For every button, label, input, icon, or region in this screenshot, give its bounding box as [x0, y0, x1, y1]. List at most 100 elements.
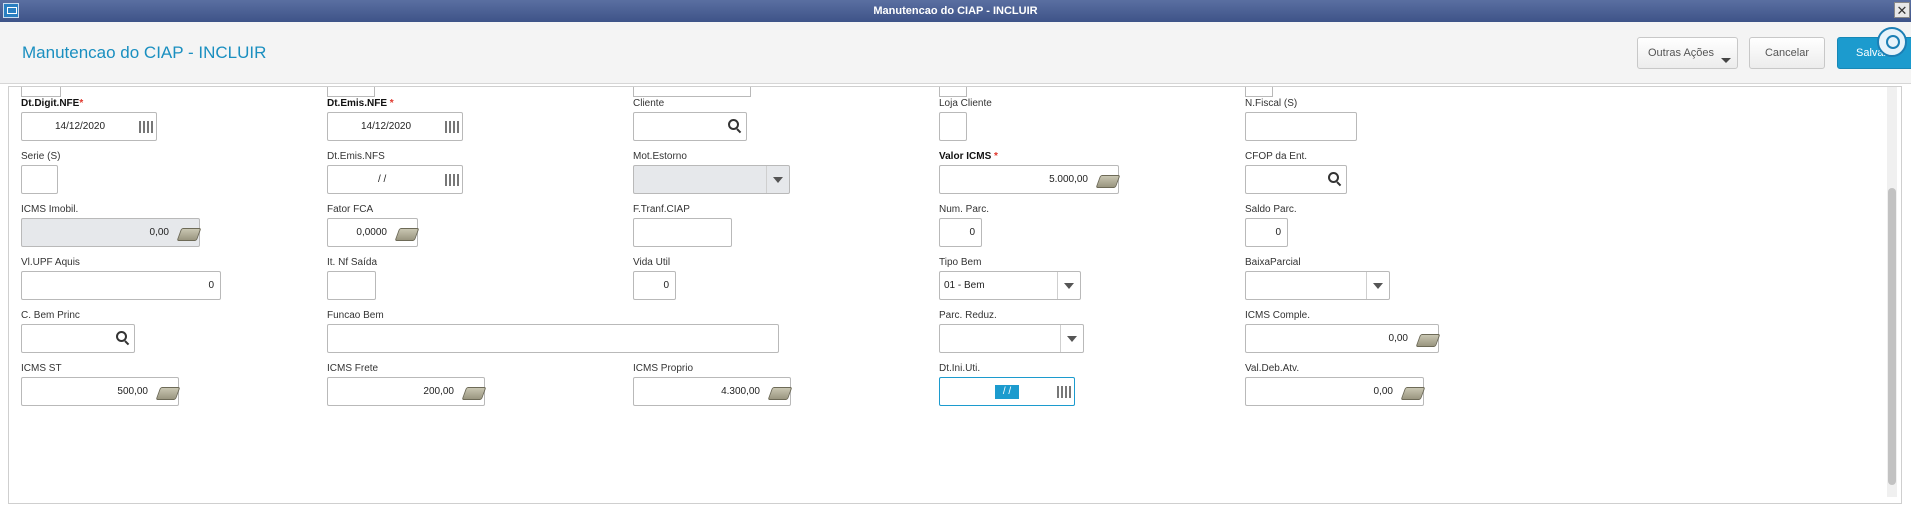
dt-digit-nfe-input[interactable]: 14/12/2020: [21, 112, 157, 141]
calendar-icon[interactable]: [1057, 386, 1072, 398]
icms-comple-value: 0,00: [1388, 333, 1408, 344]
field-label: ICMS ST: [21, 363, 62, 374]
parc-reduz-select[interactable]: [939, 324, 1084, 353]
money-icon[interactable]: [767, 387, 793, 400]
chevron-down-icon[interactable]: [1373, 283, 1383, 289]
field-label: Vida Util: [633, 257, 671, 268]
vida-util-value: 0: [663, 280, 669, 291]
search-icon[interactable]: [1328, 172, 1342, 186]
page-title: Manutencao do CIAP - INCLUIR: [22, 43, 267, 62]
required-mark: *: [994, 151, 998, 162]
dt-ini-uti-input[interactable]: / /: [939, 377, 1075, 406]
chevron-down-icon[interactable]: [1067, 336, 1077, 342]
field-label: ICMS Frete: [327, 363, 379, 374]
field-label: Dt.Emis.NFS: [327, 151, 385, 162]
field-label: ICMS Proprio: [633, 363, 694, 374]
calendar-icon[interactable]: [139, 121, 154, 133]
field-label: ICMS Comple.: [1245, 310, 1311, 321]
icms-comple-input[interactable]: 0,00: [1245, 324, 1441, 353]
tipo-bem-value: 01 - Bem: [944, 280, 985, 291]
vida-util-input[interactable]: 0: [633, 271, 676, 300]
num-parc-input[interactable]: 0: [939, 218, 982, 247]
fator-fca-value: 0,0000: [356, 227, 387, 238]
funcao-bem-input[interactable]: [327, 324, 779, 353]
partial-field-stub: [327, 87, 375, 97]
field-label: Parc. Reduz.: [939, 310, 997, 321]
field-label: Dt.Digit.NFE: [21, 98, 80, 109]
dt-emis-nfe-value: 14/12/2020: [361, 121, 412, 132]
money-icon[interactable]: [394, 228, 420, 241]
icms-proprio-input[interactable]: 4.300,00: [633, 377, 793, 406]
field-label: Fator FCA: [327, 204, 374, 215]
valor-icms-value: 5.000,00: [1049, 174, 1088, 185]
window-title: Manutencao do CIAP - INCLUIR: [873, 5, 1038, 17]
other-actions-button[interactable]: Outras Ações: [1637, 37, 1738, 69]
f-tranf-ciap-input[interactable]: [633, 218, 732, 247]
field-label: Cliente: [633, 98, 665, 109]
field-label: C. Bem Princ: [21, 310, 80, 321]
field-label: F.Tranf.CIAP: [633, 204, 690, 215]
valor-icms-input[interactable]: 5.000,00: [939, 165, 1121, 194]
dt-emis-nfs-input[interactable]: / /: [327, 165, 463, 194]
required-mark: *: [79, 98, 84, 109]
n-fiscal-s-input[interactable]: [1245, 112, 1357, 141]
saldo-parc-input[interactable]: 0: [1245, 218, 1288, 247]
calendar-icon[interactable]: [445, 174, 460, 186]
dt-digit-nfe-value: 14/12/2020: [55, 121, 106, 132]
money-icon[interactable]: [461, 387, 487, 400]
icms-frete-value: 200,00: [423, 386, 454, 397]
fator-fca-input[interactable]: 0,0000: [327, 218, 420, 247]
dt-ini-uti-value: / /: [995, 385, 1019, 399]
money-icon[interactable]: [176, 228, 202, 241]
field-label: CFOP da Ent.: [1245, 151, 1308, 162]
field-label: BaixaParcial: [1245, 257, 1301, 268]
partial-field-stub: [633, 87, 751, 97]
loja-cliente-input[interactable]: [939, 112, 967, 141]
tipo-bem-select[interactable]: 01 - Bem: [939, 271, 1081, 300]
field-label: Funcao Bem: [327, 310, 384, 321]
field-label: Vl.UPF Aquis: [21, 257, 80, 268]
icms-imobil-value: 0,00: [149, 227, 169, 238]
search-icon[interactable]: [116, 331, 130, 345]
c-bem-princ-input[interactable]: [21, 324, 135, 353]
dt-emis-nfe-input[interactable]: 14/12/2020: [327, 112, 463, 141]
vl-upf-aquis-input[interactable]: 0: [21, 271, 221, 300]
val-deb-atv-input[interactable]: 0,00: [1245, 377, 1426, 406]
window-close-icon[interactable]: ✕: [1894, 2, 1910, 18]
field-label: Loja Cliente: [939, 98, 992, 109]
cliente-input[interactable]: [633, 112, 747, 141]
val-deb-atv-value: 0,00: [1373, 386, 1393, 397]
cfop-ent-input[interactable]: [1245, 165, 1347, 194]
app-window-icon: [3, 3, 19, 18]
money-icon[interactable]: [1400, 387, 1426, 400]
chevron-down-icon[interactable]: [773, 177, 783, 183]
partial-field-stub: [939, 87, 967, 97]
icms-imobil-input[interactable]: 0,00: [21, 218, 202, 247]
it-nf-saida-input[interactable]: [327, 271, 376, 300]
partial-field-stub: [1245, 87, 1273, 97]
field-label: Valor ICMS: [939, 151, 995, 162]
other-actions-label: Outras Ações: [1648, 47, 1715, 59]
baixa-parcial-select[interactable]: [1245, 271, 1390, 300]
search-icon[interactable]: [728, 119, 742, 133]
money-icon[interactable]: [155, 387, 181, 400]
money-icon[interactable]: [1095, 175, 1121, 188]
field-label: Num. Parc.: [939, 204, 990, 215]
icms-frete-input[interactable]: 200,00: [327, 377, 487, 406]
dt-emis-nfs-value: / /: [378, 174, 387, 185]
mot-estorno-select[interactable]: [633, 165, 790, 194]
help-assistant-icon[interactable]: [1877, 27, 1907, 57]
vl-upf-aquis-value: 0: [208, 280, 214, 291]
cancel-button[interactable]: Cancelar: [1749, 37, 1825, 69]
chevron-down-icon: [1721, 58, 1731, 63]
chevron-down-icon[interactable]: [1064, 283, 1074, 289]
calendar-icon[interactable]: [445, 121, 460, 133]
field-label: ICMS Imobil.: [21, 204, 79, 215]
money-icon[interactable]: [1415, 334, 1441, 347]
icms-st-input[interactable]: 500,00: [21, 377, 181, 406]
page-header: Manutencao do CIAP - INCLUIR Outras Açõe…: [0, 22, 1911, 84]
scrollbar-thumb[interactable]: [1888, 188, 1896, 485]
required-mark: *: [389, 98, 394, 109]
field-label: Serie (S): [21, 151, 61, 162]
serie-s-input[interactable]: [21, 165, 58, 194]
